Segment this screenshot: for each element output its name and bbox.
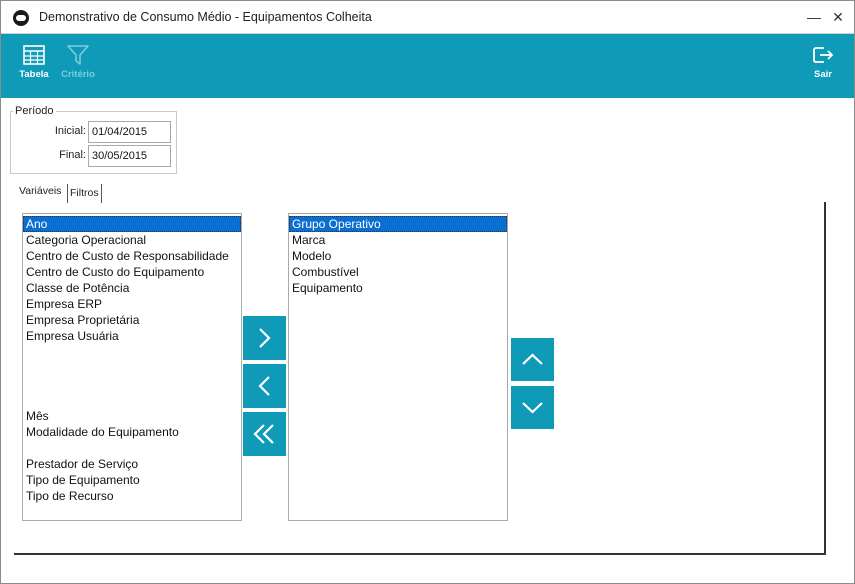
available-variable-item[interactable]: Centro de Custo do Equipamento (23, 264, 241, 280)
inicial-date-input[interactable] (88, 121, 171, 143)
tab-panel-border-right (824, 202, 826, 555)
app-logo-icon (13, 10, 29, 26)
filter-icon (67, 45, 89, 65)
available-variable-item[interactable]: Categoria Operacional (23, 232, 241, 248)
available-variable-item[interactable] (23, 392, 241, 408)
close-button[interactable]: ✕ (828, 7, 848, 27)
criterio-label: Critério (61, 69, 95, 80)
available-variable-item[interactable] (23, 360, 241, 376)
available-variable-item[interactable]: Tipo de Equipamento (23, 472, 241, 488)
toolbar: Tabela Critério Sair (1, 34, 854, 98)
available-variable-item[interactable]: Prestador de Serviço (23, 456, 241, 472)
inicial-label: Inicial: (54, 125, 86, 137)
available-variable-item[interactable]: Tipo de Recurso (23, 488, 241, 504)
available-variable-item[interactable]: Ano (23, 216, 241, 232)
app-window: Demonstrativo de Consumo Médio - Equipam… (0, 0, 855, 584)
selected-variable-item[interactable]: Combustível (289, 264, 507, 280)
chevron-up-icon (522, 353, 543, 365)
periodo-legend: Período (13, 105, 56, 117)
final-label: Final: (59, 149, 86, 161)
sair-label: Sair (814, 69, 832, 80)
selected-variables-list[interactable]: Grupo Operativo Marca Modelo Combustível Equ… (288, 213, 508, 521)
chevron-right-icon (259, 328, 271, 348)
criterio-button[interactable]: Critério (55, 40, 101, 92)
available-variable-item[interactable]: Empresa ERP (23, 296, 241, 312)
tab-variaveis[interactable]: Variáveis (17, 182, 64, 203)
available-variable-item[interactable]: Classe de Potência (23, 280, 241, 296)
sair-button[interactable]: Sair (800, 40, 846, 92)
periodo-group: Período Inicial: Final: (10, 105, 177, 174)
available-variable-item[interactable]: Centro de Custo de Responsabilidade (23, 248, 241, 264)
available-variable-item[interactable] (23, 344, 241, 360)
selected-variable-item[interactable]: Modelo (289, 248, 507, 264)
selected-variable-item[interactable]: Grupo Operativo (289, 216, 507, 232)
tabela-button[interactable]: Tabela (11, 40, 57, 92)
move-down-button[interactable] (511, 386, 554, 429)
title-bar: Demonstrativo de Consumo Médio - Equipam… (1, 1, 854, 34)
move-left-button[interactable] (243, 364, 286, 408)
tab-filtros[interactable]: Filtros (67, 184, 102, 203)
move-all-left-button[interactable] (243, 412, 286, 456)
minimize-button[interactable]: — (804, 7, 824, 27)
available-variable-item[interactable]: Empresa Proprietária (23, 312, 241, 328)
selected-variable-item[interactable]: Marca (289, 232, 507, 248)
final-date-input[interactable] (88, 145, 171, 167)
move-right-button[interactable] (243, 316, 286, 360)
available-variable-item[interactable]: Empresa Usuária (23, 328, 241, 344)
available-variable-item[interactable]: Modalidade do Equipamento (23, 424, 241, 440)
move-up-button[interactable] (511, 338, 554, 381)
available-variables-list[interactable]: Ano Categoria Operacional Centro de Custo … (22, 213, 242, 521)
table-icon (23, 45, 45, 65)
selected-variable-item[interactable]: Equipamento (289, 280, 507, 296)
chevron-down-icon (522, 402, 543, 414)
double-chevron-left-icon (253, 424, 274, 444)
tab-panel-border-bottom (14, 553, 826, 555)
exit-icon (813, 47, 834, 63)
window-title: Demonstrativo de Consumo Médio - Equipam… (39, 10, 372, 24)
available-variable-item[interactable] (23, 440, 241, 456)
available-variable-item[interactable]: Mês (23, 408, 241, 424)
tabela-label: Tabela (19, 69, 49, 80)
available-variable-item[interactable] (23, 376, 241, 392)
chevron-left-icon (258, 376, 270, 396)
